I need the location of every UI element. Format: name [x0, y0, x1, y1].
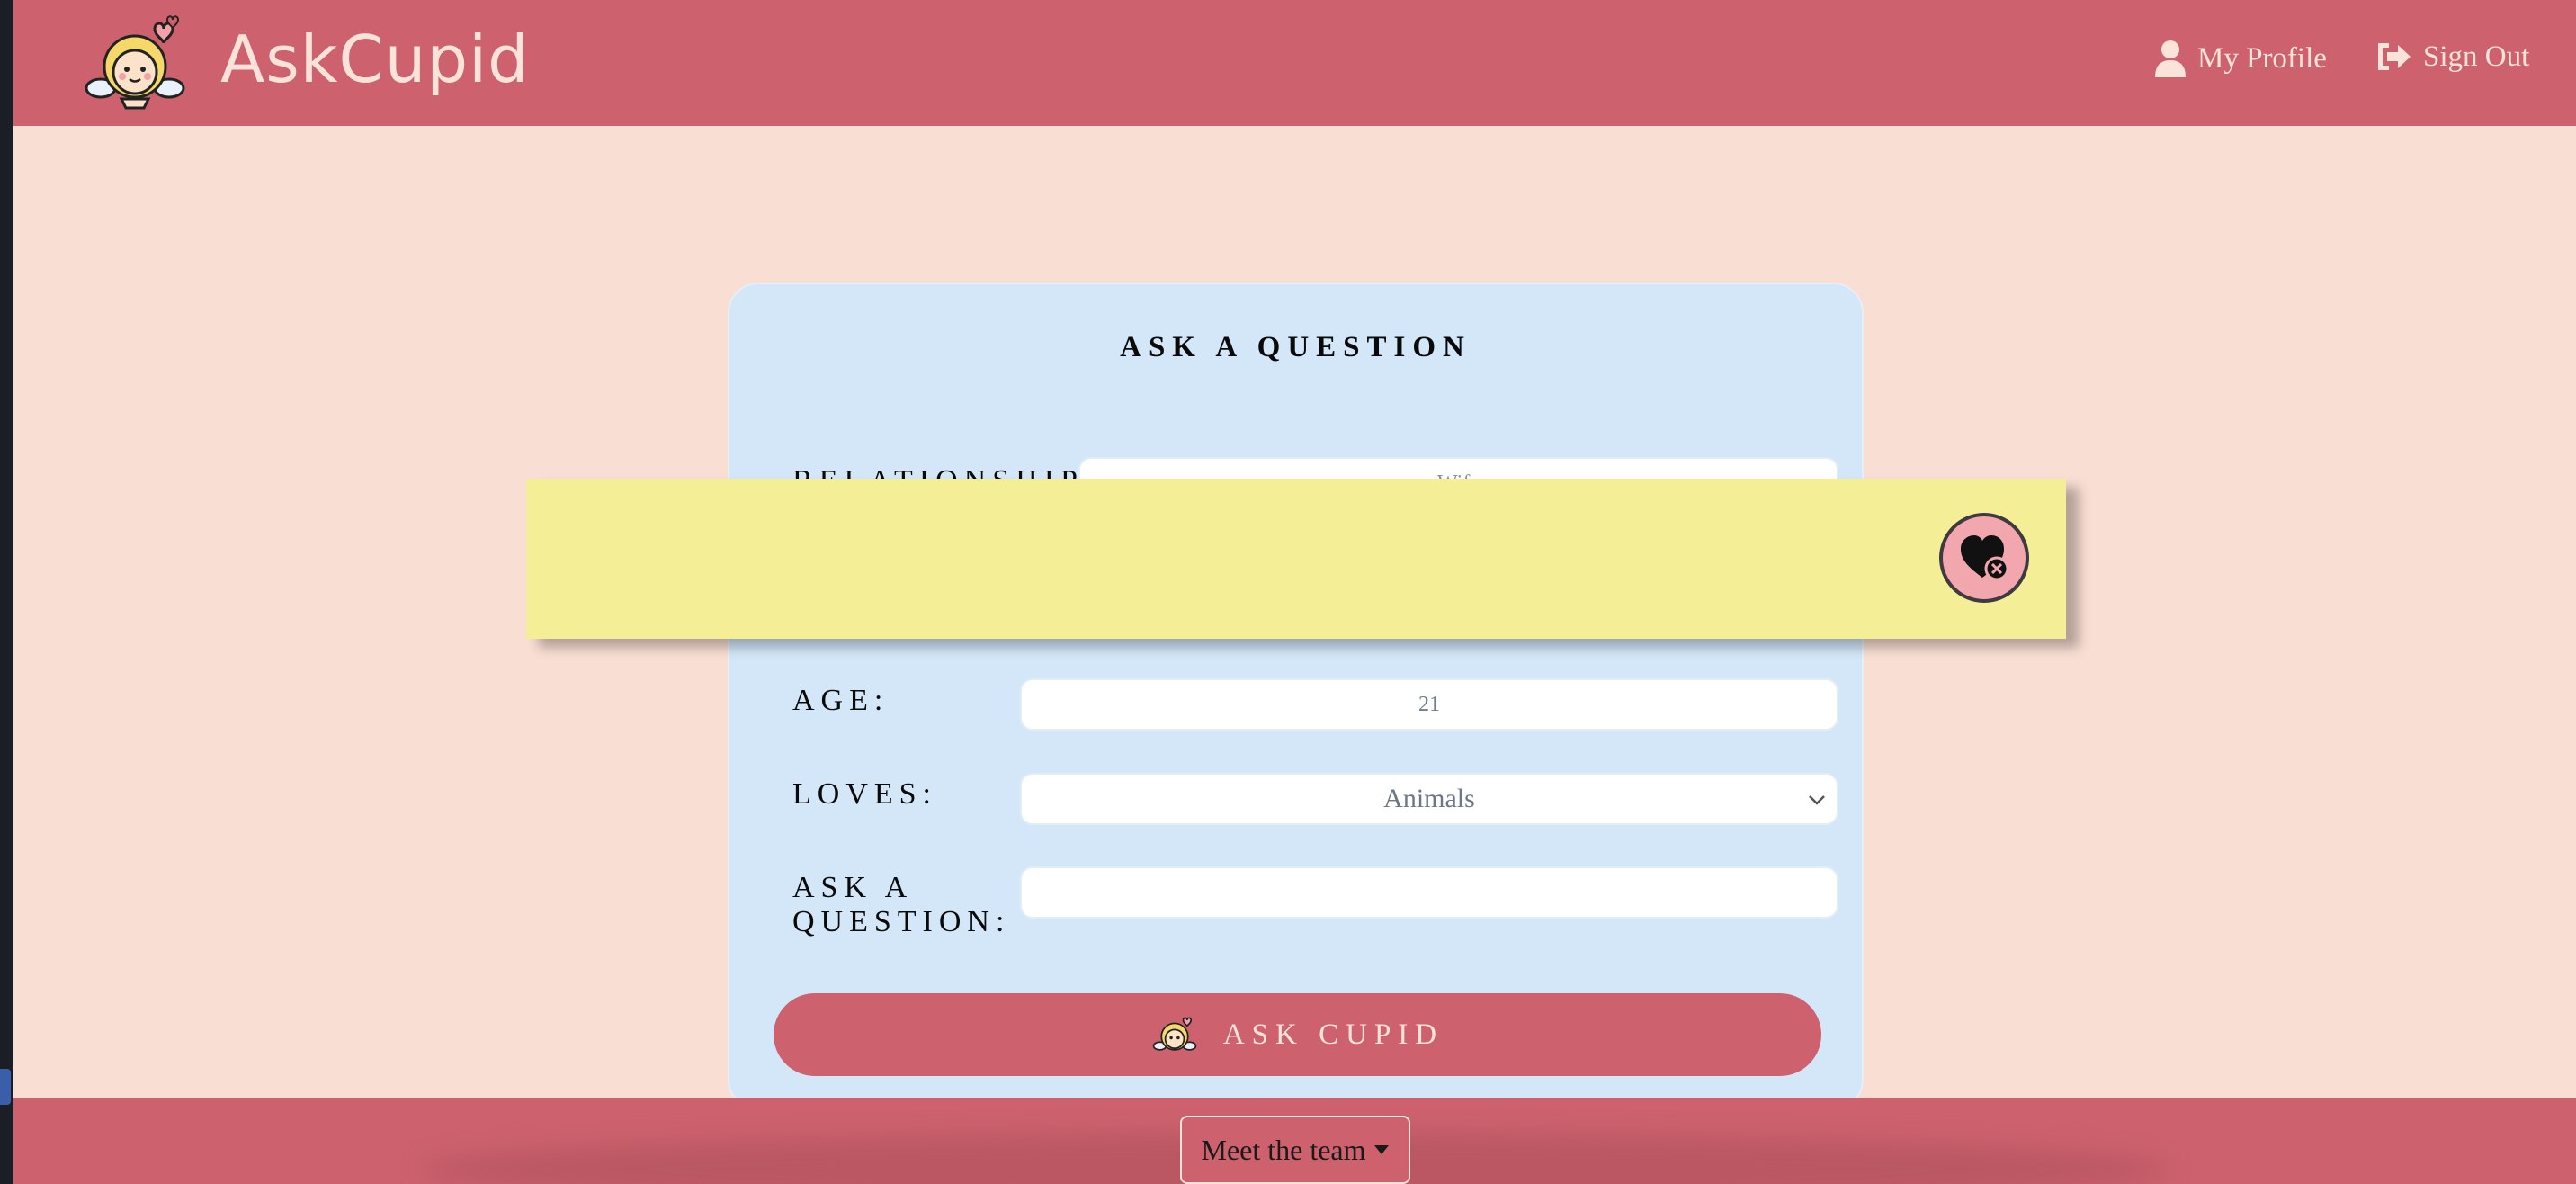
cupid-icon: [1152, 1017, 1197, 1051]
ask-question-label-line1: ASK A: [792, 871, 914, 904]
ask-question-card: ASK A QUESTION RELATIONSHIP Wife AGE: 21…: [728, 283, 1864, 1110]
meet-the-team-dropdown[interactable]: Meet the team: [1180, 1116, 1410, 1184]
navbar: AskCupid My Profile Sign Out: [13, 0, 2576, 126]
age-label: AGE:: [792, 684, 890, 717]
brand-title[interactable]: AskCupid: [220, 22, 530, 97]
loves-label: LOVES:: [792, 777, 937, 811]
ask-question-label: ASK A QUESTION:: [792, 871, 1010, 939]
chevron-down-icon: [1809, 795, 1825, 805]
taskbar-blip: [0, 1069, 11, 1105]
banner-close-button[interactable]: [1939, 513, 2029, 603]
heart-close-icon: [1961, 535, 2009, 581]
sign-out-label: Sign Out: [2423, 40, 2530, 73]
my-profile-link[interactable]: My Profile: [2154, 40, 2327, 77]
cupid-logo-icon[interactable]: [81, 13, 189, 112]
notification-banner: [526, 479, 2066, 639]
user-icon: [2155, 40, 2186, 77]
loves-selected-value: Animals: [1383, 784, 1475, 813]
caret-down-icon: [1373, 1145, 1389, 1154]
sign-out-icon: [2378, 43, 2411, 70]
sign-out-link[interactable]: Sign Out: [2375, 40, 2529, 74]
loves-select[interactable]: Animals: [1020, 773, 1838, 825]
my-profile-label: My Profile: [2197, 41, 2327, 75]
window-edge: [0, 0, 13, 1184]
ask-cupid-button[interactable]: ASK CUPID: [774, 993, 1821, 1076]
ask-cupid-label: ASK CUPID: [1222, 1018, 1445, 1051]
footer: Meet the team: [13, 1098, 2576, 1184]
age-input[interactable]: 21: [1020, 678, 1838, 731]
meet-the-team-label: Meet the team: [1201, 1133, 1366, 1166]
ask-question-label-line2: QUESTION:: [792, 905, 1011, 938]
card-title: ASK A QUESTION: [1120, 331, 1471, 363]
question-input[interactable]: [1020, 866, 1838, 919]
